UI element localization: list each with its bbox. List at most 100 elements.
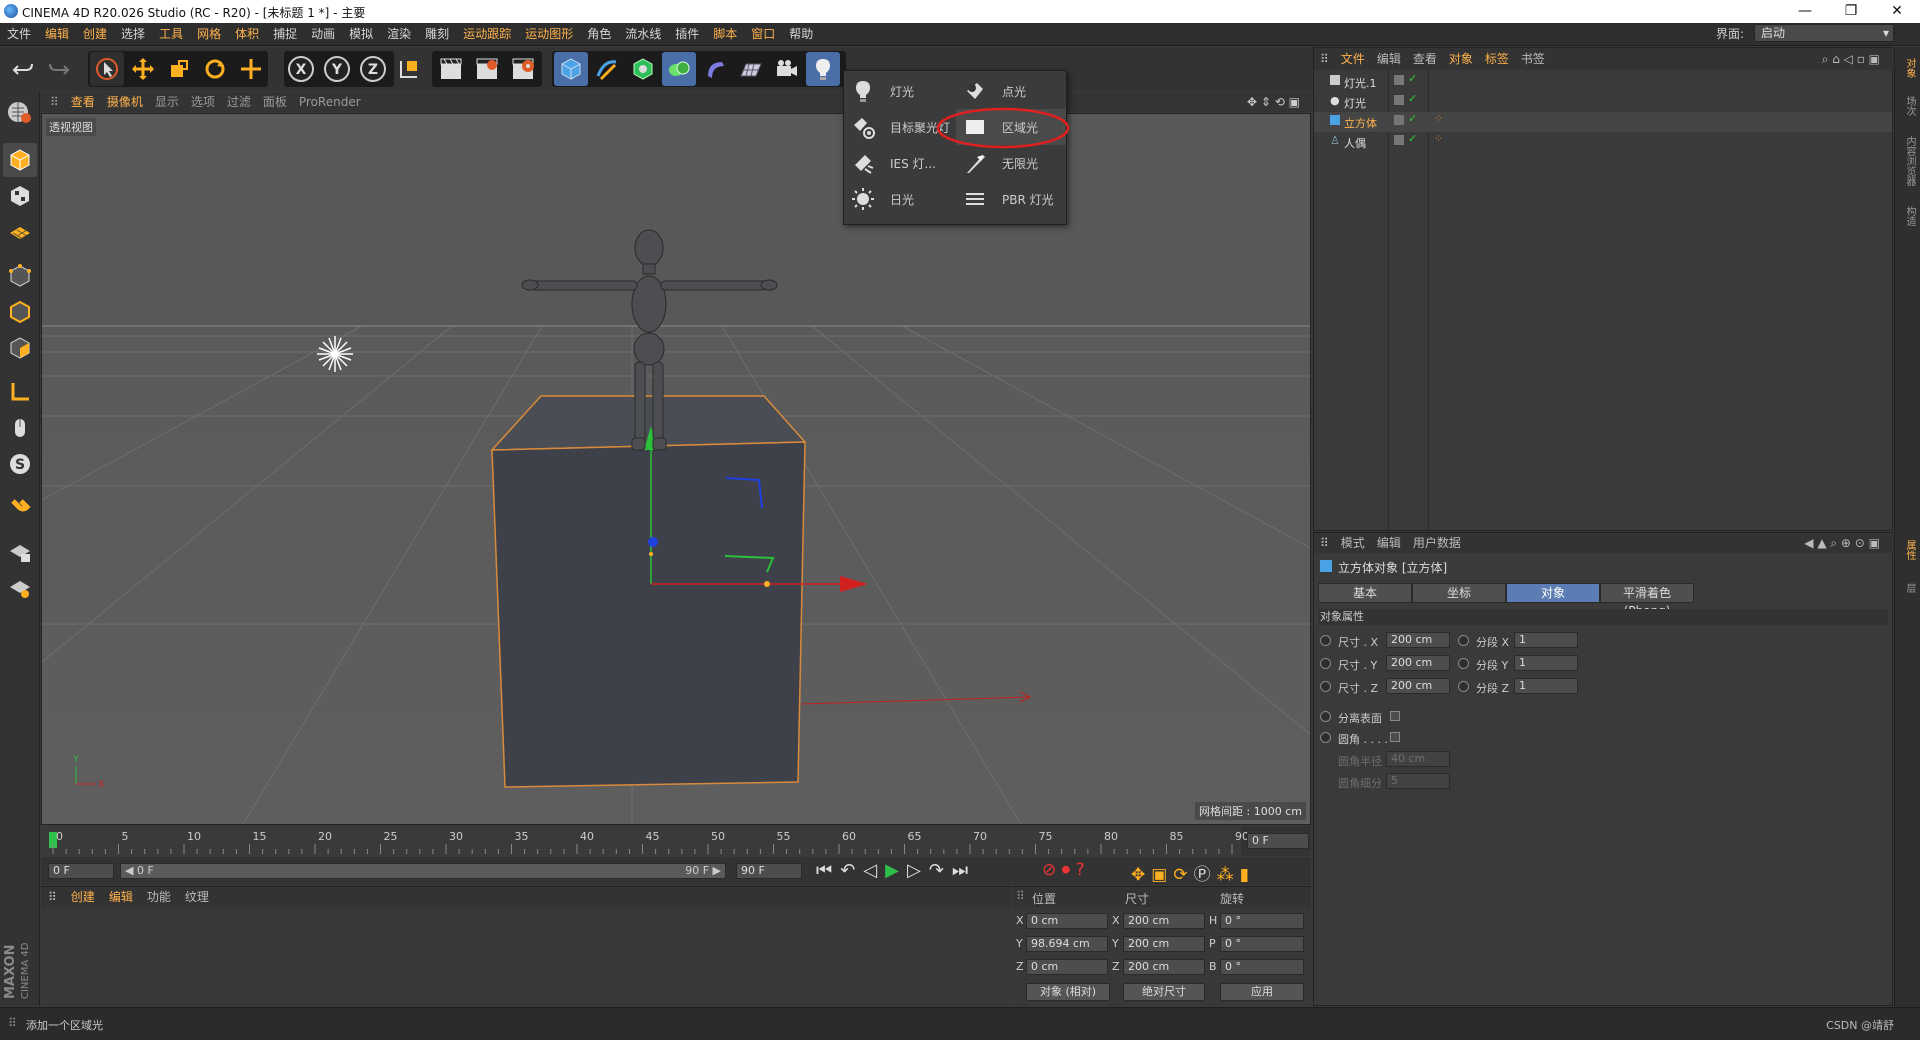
z-axis-lock-icon[interactable]: Z [356, 52, 390, 86]
menu-simulate[interactable]: 模拟 [342, 23, 380, 46]
make-editable-icon[interactable] [3, 95, 37, 129]
record-key-icon[interactable]: ⊘ [1042, 860, 1056, 880]
light-menu-infinite[interactable]: 无限光 [956, 145, 1066, 181]
material-tab-texture[interactable]: 纹理 [178, 887, 216, 907]
menu-script[interactable]: 脚本 [706, 23, 744, 46]
render-view-icon[interactable] [434, 52, 468, 86]
menu-volume[interactable]: 体积 [228, 23, 266, 46]
maximize-button[interactable]: ❐ [1828, 0, 1874, 23]
menu-help[interactable]: 帮助 [782, 23, 820, 46]
layer-icon[interactable] [1394, 75, 1404, 85]
points-mode-icon[interactable] [3, 259, 37, 293]
pos-z-field[interactable]: 0 cm [1026, 959, 1108, 975]
move-icon[interactable] [126, 52, 160, 86]
cube-object[interactable] [490, 395, 807, 788]
size-mode-select[interactable]: 绝对尺寸 [1123, 983, 1205, 1001]
subdivision-surface-icon[interactable] [626, 52, 660, 86]
segments-y-input[interactable]: 1 [1514, 655, 1578, 671]
layer-icon[interactable] [1394, 115, 1404, 125]
coordinate-mode-select[interactable]: 对象 (相对) [1026, 983, 1110, 1001]
x-axis-lock-icon[interactable]: X [284, 52, 318, 86]
side-tab-structure[interactable]: 构造 [1899, 201, 1917, 231]
axis-mode-icon[interactable] [3, 375, 37, 409]
rot-p-field[interactable]: 0 ° [1220, 936, 1304, 952]
minimize-button[interactable]: — [1782, 0, 1828, 23]
pen-spline-icon[interactable] [590, 52, 624, 86]
select-arrow-icon[interactable] [90, 52, 124, 86]
snapping-icon[interactable]: S [3, 447, 37, 481]
animate-radio[interactable] [1458, 635, 1469, 646]
visibility-check-icon[interactable]: ✓ [1408, 92, 1417, 105]
size-z-field[interactable]: 200 cm [1123, 959, 1205, 975]
menu-select[interactable]: 选择 [114, 23, 152, 46]
apply-button[interactable]: 应用 [1220, 983, 1304, 1001]
material-tab-function[interactable]: 功能 [140, 887, 178, 907]
layer-icon[interactable] [1394, 135, 1404, 145]
menu-render[interactable]: 渲染 [380, 23, 418, 46]
render-picture-viewer-icon[interactable] [470, 52, 504, 86]
object-manager-icons[interactable]: ⌕ ⌂ ◁ ▫ ▣ [1816, 48, 1886, 70]
edges-mode-icon[interactable] [3, 295, 37, 329]
redo-icon[interactable] [42, 52, 76, 86]
viewport-nav-icons[interactable]: ✥ ⇕ ⟲ ▣ [1241, 92, 1306, 112]
workplane-mode-icon[interactable] [3, 215, 37, 249]
menu-mesh[interactable]: 网格 [190, 23, 228, 46]
side-tab-objects[interactable]: 对象 [1899, 53, 1917, 83]
size-x-input[interactable]: 200 cm [1386, 632, 1450, 648]
material-tab-edit[interactable]: 编辑 [102, 887, 140, 907]
light-menu-spot[interactable]: 点光 [956, 73, 1066, 109]
rotate-icon[interactable] [198, 52, 232, 86]
menu-plugins[interactable]: 插件 [668, 23, 706, 46]
segments-x-input[interactable]: 1 [1514, 632, 1578, 648]
polygons-mode-icon[interactable] [3, 331, 37, 365]
viewport-tab-cameras[interactable]: 摄像机 [101, 92, 149, 112]
next-frame-icon[interactable]: ▷ [907, 860, 929, 881]
prev-key-icon[interactable]: ↶ [840, 860, 863, 881]
visibility-check-icon[interactable]: ✓ [1408, 112, 1417, 125]
fillet-checkbox[interactable] [1390, 732, 1400, 742]
object-row-cube[interactable]: 立方体 ✓ ⁘ [1314, 112, 1892, 132]
tag-icon[interactable]: ⁘ [1434, 112, 1443, 125]
light-menu-ies[interactable]: IES 灯... [844, 145, 954, 181]
key-position-icon[interactable]: ✥ [1131, 865, 1151, 885]
perspective-viewport[interactable]: Y X 透视视图 网格间距 : 1000 cm [41, 113, 1311, 825]
pos-x-field[interactable]: 0 cm [1026, 913, 1108, 929]
key-parameter-icon[interactable]: Ⓟ [1194, 865, 1217, 885]
object-row-light[interactable]: ● 灯光 ✓ [1314, 92, 1892, 112]
light-gizmo[interactable] [317, 336, 353, 372]
texture-mode-icon[interactable] [3, 179, 37, 213]
menu-tools[interactable]: 工具 [152, 23, 190, 46]
material-manager[interactable]: ⠿ 创建 编辑 功能 纹理 [41, 886, 1011, 1006]
end-frame-field[interactable]: 90 F [736, 863, 802, 879]
key-scale-icon[interactable]: ▣ [1151, 865, 1173, 885]
menu-mograph[interactable]: 运动图形 [518, 23, 580, 46]
obj-tab-bookmarks[interactable]: 书签 [1515, 48, 1551, 70]
close-button[interactable]: ✕ [1874, 0, 1920, 23]
menu-edit[interactable]: 编辑 [38, 23, 76, 46]
animate-radio[interactable] [1320, 635, 1331, 646]
key-pla-icon[interactable]: ⁂ [1217, 865, 1240, 885]
segments-z-input[interactable]: 1 [1514, 678, 1578, 694]
separate-surfaces-checkbox[interactable] [1390, 711, 1400, 721]
viewport-tab-options[interactable]: 选项 [185, 92, 221, 112]
menu-animate[interactable]: 动画 [304, 23, 342, 46]
animate-radio[interactable] [1320, 711, 1331, 722]
size-x-field[interactable]: 200 cm [1123, 913, 1205, 929]
planar-workplane-icon[interactable] [3, 571, 37, 605]
menu-file[interactable]: 文件 [0, 23, 38, 46]
layout-select[interactable]: 启动 ▾ [1754, 24, 1894, 42]
material-tab-create[interactable]: 创建 [64, 887, 102, 907]
array-icon[interactable] [662, 52, 696, 86]
animate-radio[interactable] [1458, 681, 1469, 692]
visibility-check-icon[interactable]: ✓ [1408, 132, 1417, 145]
animate-radio[interactable] [1320, 681, 1331, 692]
lock-workplane-icon[interactable] [3, 535, 37, 569]
size-y-field[interactable]: 200 cm [1123, 936, 1205, 952]
play-icon[interactable]: ▶ [885, 860, 907, 881]
menu-window[interactable]: 窗口 [744, 23, 782, 46]
timeline-ruler[interactable]: 0 5 10 15 20 25 30 35 40 45 50 55 60 65 70 75 80 85 90 0 F [41, 826, 1311, 856]
magnet-icon[interactable] [3, 491, 37, 525]
attr-tab-userdata[interactable]: 用户数据 [1407, 533, 1467, 553]
pos-y-field[interactable]: 98.694 cm [1026, 936, 1108, 952]
rot-b-field[interactable]: 0 ° [1220, 959, 1304, 975]
